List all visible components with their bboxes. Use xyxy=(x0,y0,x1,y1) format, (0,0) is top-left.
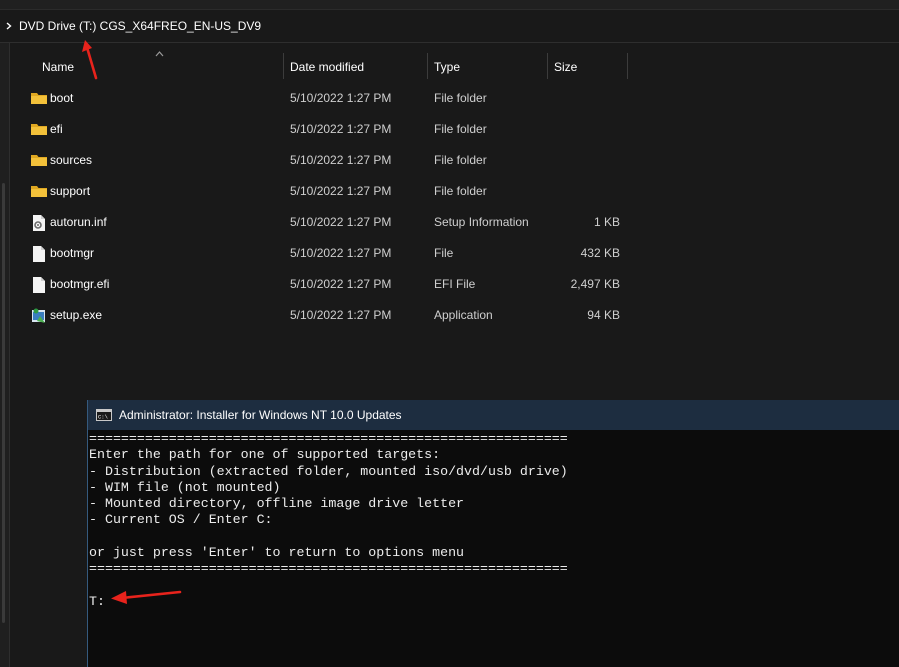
file-name: setup.exe xyxy=(50,308,103,322)
console-title: Administrator: Installer for Windows NT … xyxy=(119,408,402,422)
svg-text:C:\: C:\ xyxy=(98,414,108,421)
cmd-icon: C:\ xyxy=(96,409,112,421)
file-date: 5/10/2022 1:27 PM xyxy=(290,246,392,260)
file-date: 5/10/2022 1:27 PM xyxy=(290,308,392,322)
console-line: - Distribution (extracted folder, mounte… xyxy=(89,463,568,479)
console-line: - Mounted directory, offline image drive… xyxy=(89,496,465,512)
column-divider[interactable] xyxy=(547,53,548,79)
folder-icon xyxy=(30,90,48,108)
console-line: ========================================… xyxy=(89,431,568,446)
file-name: bootmgr.efi xyxy=(50,277,110,291)
file-date: 5/10/2022 1:27 PM xyxy=(290,122,392,136)
console-line: ========================================… xyxy=(89,561,568,577)
column-divider[interactable] xyxy=(283,53,284,79)
file-type: File xyxy=(434,246,454,260)
column-header-size[interactable]: Size xyxy=(554,53,577,81)
console-line: - Current OS / Enter C: xyxy=(89,512,273,528)
file-date: 5/10/2022 1:27 PM xyxy=(290,184,392,198)
file-size: 1 KB xyxy=(593,215,620,229)
window-top-strip xyxy=(0,0,899,10)
file-type: Application xyxy=(434,308,493,322)
file-type: EFI File xyxy=(434,277,476,291)
folder-icon xyxy=(30,121,48,139)
file-date: 5/10/2022 1:27 PM xyxy=(290,215,392,229)
file-row-bootmgr-efi[interactable]: bootmgr.efi 5/10/2022 1:27 PM EFI File 2… xyxy=(30,269,630,300)
file-name: bootmgr xyxy=(50,246,95,260)
file-type: File folder xyxy=(434,184,487,198)
file-name: efi xyxy=(50,122,63,136)
file-type: File folder xyxy=(434,122,487,136)
file-name: autorun.inf xyxy=(50,215,107,229)
file-list: Name Date modified Type Size boot 5/10/2… xyxy=(12,43,899,403)
column-divider[interactable] xyxy=(627,53,628,79)
file-icon xyxy=(30,245,48,263)
file-row-setup-exe[interactable]: setup.exe 5/10/2022 1:27 PM Application … xyxy=(30,300,630,331)
file-row-boot[interactable]: boot 5/10/2022 1:27 PM File folder xyxy=(30,83,630,114)
sort-ascending-icon xyxy=(154,51,164,59)
setup-exe-icon xyxy=(30,307,48,325)
column-header-type[interactable]: Type xyxy=(434,53,460,81)
console-input-line[interactable]: T: xyxy=(89,594,105,609)
file-row-sources[interactable]: sources 5/10/2022 1:27 PM File folder xyxy=(30,145,630,176)
column-header-name[interactable]: Name xyxy=(42,53,74,81)
console-titlebar[interactable]: C:\ Administrator: Installer for Windows… xyxy=(88,400,899,430)
breadcrumb-dvd-drive[interactable]: DVD Drive (T:) CGS_X64FREO_EN-US_DV9 xyxy=(19,19,261,33)
folder-icon xyxy=(30,152,48,170)
file-row-autorun-inf[interactable]: autorun.inf 5/10/2022 1:27 PM Setup Info… xyxy=(30,207,630,238)
console-output[interactable]: ========================================… xyxy=(89,431,568,610)
file-row-bootmgr[interactable]: bootmgr 5/10/2022 1:27 PM File 432 KB xyxy=(30,238,630,269)
file-date: 5/10/2022 1:27 PM xyxy=(290,277,392,291)
console-window[interactable]: C:\ Administrator: Installer for Windows… xyxy=(87,400,899,667)
file-name: boot xyxy=(50,91,74,105)
setup-info-file-icon xyxy=(30,214,48,232)
chevron-right-icon[interactable] xyxy=(5,22,13,30)
column-header-date-modified[interactable]: Date modified xyxy=(290,53,364,81)
console-line: Enter the path for one of supported targ… xyxy=(89,447,441,463)
navigation-pane-scrollbar[interactable] xyxy=(2,183,5,623)
folder-icon xyxy=(30,183,48,201)
console-line: - WIM file (not mounted) xyxy=(89,479,281,495)
file-size: 94 KB xyxy=(587,308,620,322)
file-row-efi[interactable]: efi 5/10/2022 1:27 PM File folder xyxy=(30,114,630,145)
file-date: 5/10/2022 1:27 PM xyxy=(290,153,392,167)
console-line: or just press 'Enter' to return to optio… xyxy=(89,545,465,561)
file-type: File folder xyxy=(434,153,487,167)
file-type: File folder xyxy=(434,91,487,105)
file-icon xyxy=(30,276,48,294)
file-date: 5/10/2022 1:27 PM xyxy=(290,91,392,105)
address-bar[interactable]: DVD Drive (T:) CGS_X64FREO_EN-US_DV9 xyxy=(0,10,899,43)
file-name: sources xyxy=(50,153,93,167)
file-size: 432 KB xyxy=(580,246,620,260)
column-divider[interactable] xyxy=(427,53,428,79)
file-name: support xyxy=(50,184,91,198)
navigation-pane[interactable] xyxy=(0,43,10,667)
file-row-support[interactable]: support 5/10/2022 1:27 PM File folder xyxy=(30,176,630,207)
file-size: 2,497 KB xyxy=(570,277,620,291)
file-type: Setup Information xyxy=(434,215,529,229)
